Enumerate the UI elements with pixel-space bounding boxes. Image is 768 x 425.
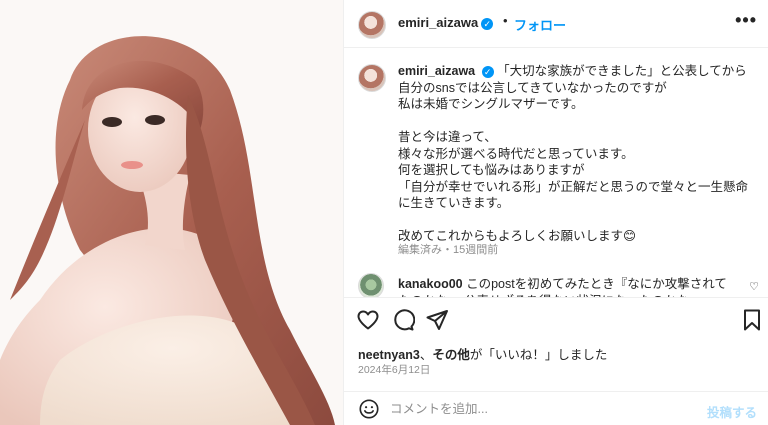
likes-summary: neetnyan3、その他が「いいね！」しました	[358, 348, 608, 362]
caption-line: 「自分が幸せでいれる形」が正解だと思うので堂々と一生懸命	[398, 179, 749, 194]
comment-like-icon[interactable]: ♡	[749, 280, 759, 293]
commenter-avatar[interactable]	[358, 273, 384, 298]
verified-badge-icon: ✓	[481, 65, 494, 78]
post-photo	[0, 0, 343, 425]
comment-text: kanakoo00 このpostを初めてみたとき『なにか攻撃されてたのかな… 公…	[398, 276, 738, 298]
add-comment-bar: 投稿する	[344, 391, 768, 425]
heart-icon[interactable]	[356, 308, 380, 332]
liker-username[interactable]: neetnyan3	[358, 348, 420, 362]
comment-input[interactable]	[390, 399, 690, 419]
post-caption: emiri_aizawa ✓ 「大切な家族ができました」と公表してから 自分のs…	[344, 48, 768, 296]
share-icon[interactable]	[425, 308, 449, 332]
caption-line: に生きていきます。	[398, 196, 510, 210]
bookmark-icon[interactable]	[740, 308, 764, 332]
follow-button[interactable]: フォロー	[514, 15, 566, 34]
caption-avatar[interactable]	[358, 64, 386, 92]
verified-badge-icon: ✓	[481, 17, 494, 30]
post-comment-button[interactable]: 投稿する	[707, 402, 757, 421]
more-options-icon[interactable]: •••	[735, 10, 757, 31]
post-panel: emiri_aizawa ✓ • フォロー ••• emiri_aizawa ✓ …	[343, 0, 768, 425]
caption-line: 何を選択しても悩みはありますが	[398, 163, 585, 177]
action-bar	[344, 297, 768, 339]
smile-emoji-icon: 😊	[623, 229, 637, 243]
caption-username[interactable]: emiri_aizawa	[398, 64, 475, 78]
caption-meta: 編集済み・15週間前	[398, 244, 499, 256]
caption-line: 自分のsnsでは公言してきていなかったのですが	[398, 80, 667, 95]
header-separator: •	[503, 13, 508, 28]
comment-icon[interactable]	[391, 308, 415, 332]
likes-others-link[interactable]: その他	[432, 348, 470, 362]
caption-line: 私は未婚でシングルマザーです。	[398, 97, 584, 111]
portrait-image	[0, 0, 343, 425]
caption-line: 「大切な家族ができました」と公表してから	[497, 64, 747, 78]
caption-text: emiri_aizawa ✓ 「大切な家族ができました」と公表してから 自分のs…	[398, 63, 758, 245]
caption-line: 昔と今は違って、	[398, 130, 497, 144]
post-header: emiri_aizawa ✓ • フォロー •••	[344, 0, 768, 48]
author-username[interactable]: emiri_aizawa ✓	[398, 15, 494, 30]
caption-line: 様々な形が選べる時代だと思っています。	[398, 146, 634, 161]
comment-item: kanakoo00 このpostを初めてみたとき『なにか攻撃されてたのかな… 公…	[344, 270, 768, 298]
emoji-icon[interactable]	[358, 398, 380, 420]
author-avatar[interactable]	[358, 11, 386, 39]
post-date: 2024年6月12日	[358, 364, 431, 376]
commenter-username[interactable]: kanakoo00	[398, 277, 463, 291]
